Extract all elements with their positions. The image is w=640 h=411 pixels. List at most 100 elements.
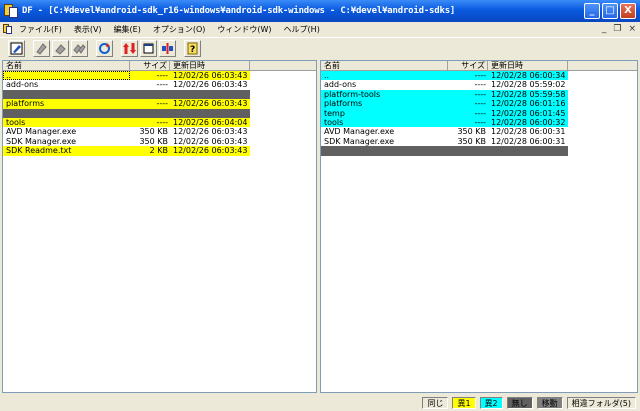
file-row[interactable]: tools ---- 12/02/28 06:00:32 — [321, 117, 637, 128]
window-button[interactable] — [140, 40, 157, 57]
column-size[interactable]: サイズ — [448, 61, 488, 70]
copy-left-button[interactable] — [33, 40, 50, 57]
file-name: platform-tools — [321, 89, 448, 100]
file-name: .. — [3, 71, 130, 81]
file-row[interactable]: .. ---- 12/02/26 06:03:43 — [3, 71, 316, 81]
split-compare-icon — [162, 43, 173, 54]
file-size: ---- — [474, 80, 486, 90]
file-size: ---- — [448, 99, 488, 109]
menu-view[interactable]: 表示(V) — [74, 24, 102, 35]
copy-both-icon — [73, 44, 86, 54]
file-name: AVD Manager.exe — [324, 127, 395, 137]
file-row[interactable]: platform-tools ---- 12/02/28 05:59:58 — [321, 89, 637, 100]
menu-window[interactable]: ウィンドウ(W) — [217, 24, 271, 35]
file-date: 12/02/26 06:03:43 — [170, 146, 250, 156]
refresh-button[interactable] — [96, 40, 113, 57]
file-date: 12/02/26 06:03:43 — [173, 127, 248, 137]
file-date: 12/02/28 05:59:02 — [491, 80, 566, 90]
file-date: 12/02/28 06:00:32 — [488, 117, 568, 128]
file-size: 350 KB — [139, 127, 168, 137]
menu-bar: ファイル(F) 表示(V) 編集(E) オプション(O) ウィンドウ(W) ヘル… — [0, 22, 640, 36]
document-icon[interactable] — [3, 24, 13, 34]
right-file-pane[interactable]: 名前 サイズ 更新日時 .. ---- 12/02/28 06:00:34 add-o… — [320, 60, 638, 393]
file-row[interactable]: temp ---- 12/02/28 06:01:45 — [321, 108, 637, 118]
sync-up-down-icon — [123, 43, 136, 54]
column-date[interactable]: 更新日時 — [488, 61, 568, 70]
file-row[interactable]: tools ---- 12/02/26 06:04:04 — [3, 117, 316, 128]
file-size: ---- — [448, 71, 488, 81]
file-name — [3, 108, 130, 118]
file-size — [448, 146, 488, 156]
edit-icon — [10, 42, 23, 55]
file-row[interactable]: SDK Manager.exe 350 KB 12/02/28 06:00:31 — [321, 137, 637, 146]
minimize-button[interactable]: _ — [584, 3, 600, 19]
app-icon — [4, 4, 18, 18]
file-row[interactable]: platforms ---- 12/02/26 06:03:43 — [3, 99, 316, 109]
file-name: tools — [3, 117, 130, 128]
file-date — [170, 108, 250, 118]
column-date[interactable]: 更新日時 — [170, 61, 250, 70]
file-row[interactable]: SDK Manager.exe 350 KB 12/02/26 06:03:43 — [3, 137, 316, 146]
file-name: add-ons — [324, 80, 357, 90]
file-date — [170, 89, 250, 100]
split-compare-button[interactable] — [159, 40, 176, 57]
menu-options[interactable]: オプション(O) — [153, 24, 206, 35]
mdi-close-button[interactable]: × — [628, 24, 636, 34]
legend-item: 無し — [506, 396, 533, 409]
title-bar[interactable]: DF - [C:¥devel¥android-sdk_r16-windows¥a… — [0, 0, 640, 22]
edit-button[interactable] — [8, 40, 25, 57]
status-bar: 同じ 異1 異2 無し 移動 相違フォルダ(5) — [0, 394, 640, 411]
svg-text:?: ? — [190, 45, 195, 55]
file-row[interactable] — [3, 89, 316, 100]
file-row[interactable]: AVD Manager.exe 350 KB 12/02/26 06:03:43 — [3, 127, 316, 136]
copy-both-button[interactable] — [71, 40, 88, 57]
file-date: 12/02/26 06:03:43 — [170, 99, 250, 109]
file-row[interactable]: .. ---- 12/02/28 06:00:34 — [321, 71, 637, 81]
left-file-pane[interactable]: 名前 サイズ 更新日時 .. ---- 12/02/26 06:03:43 add-o… — [2, 60, 317, 393]
file-name: tools — [321, 117, 448, 128]
file-row[interactable]: add-ons ---- 12/02/28 05:59:02 — [321, 80, 637, 89]
legend-item: 相違フォルダ(5) — [566, 396, 636, 409]
column-name[interactable]: 名前 — [3, 61, 130, 70]
menu-edit[interactable]: 編集(E) — [114, 24, 141, 35]
file-name: SDK Manager.exe — [324, 136, 395, 146]
file-row[interactable]: platforms ---- 12/02/28 06:01:16 — [321, 99, 637, 109]
file-row[interactable] — [321, 146, 637, 156]
file-date: 12/02/26 06:03:43 — [173, 136, 248, 146]
legend-item: 同じ — [422, 396, 449, 409]
right-file-list: .. ---- 12/02/28 06:00:34 add-ons ---- 12/02/… — [321, 71, 637, 156]
file-name: platforms — [321, 99, 448, 109]
mdi-minimize-button[interactable]: _ — [602, 24, 607, 34]
file-row[interactable]: add-ons ---- 12/02/26 06:03:43 — [3, 80, 316, 89]
toolbar: ? — [0, 37, 640, 59]
file-size: 2 KB — [130, 146, 170, 156]
legend-item: 異2 — [479, 396, 503, 409]
help-button[interactable]: ? — [184, 40, 201, 57]
sync-button[interactable] — [121, 40, 138, 57]
column-name[interactable]: 名前 — [321, 61, 448, 70]
maximize-button[interactable]: □ — [602, 3, 618, 19]
copy-right-icon — [55, 44, 66, 55]
mdi-restore-button[interactable]: ❐ — [613, 24, 621, 34]
file-row[interactable]: SDK Readme.txt 2 KB 12/02/26 06:03:43 — [3, 146, 316, 156]
file-name — [321, 146, 448, 156]
menu-file[interactable]: ファイル(F) — [19, 24, 62, 35]
menu-help[interactable]: ヘルプ(H) — [284, 24, 320, 35]
file-size: 350 KB — [457, 136, 486, 146]
file-size: ---- — [156, 80, 168, 90]
file-date: 12/02/28 05:59:58 — [488, 89, 568, 100]
left-column-header: 名前 サイズ 更新日時 — [3, 61, 316, 71]
file-row[interactable] — [3, 108, 316, 118]
copy-right-button[interactable] — [52, 40, 69, 57]
help-icon: ? — [187, 42, 198, 55]
file-date — [488, 146, 568, 156]
file-date: 12/02/28 06:00:31 — [491, 127, 566, 137]
left-file-list: .. ---- 12/02/26 06:03:43 add-ons ---- 12/02/… — [3, 71, 316, 156]
column-size[interactable]: サイズ — [130, 61, 170, 70]
close-button[interactable]: X — [620, 3, 636, 19]
file-row[interactable]: AVD Manager.exe 350 KB 12/02/28 06:00:31 — [321, 127, 637, 136]
file-size — [130, 89, 170, 100]
file-name — [3, 89, 130, 100]
file-date: 12/02/28 06:00:31 — [491, 136, 566, 146]
file-size: ---- — [448, 117, 488, 128]
